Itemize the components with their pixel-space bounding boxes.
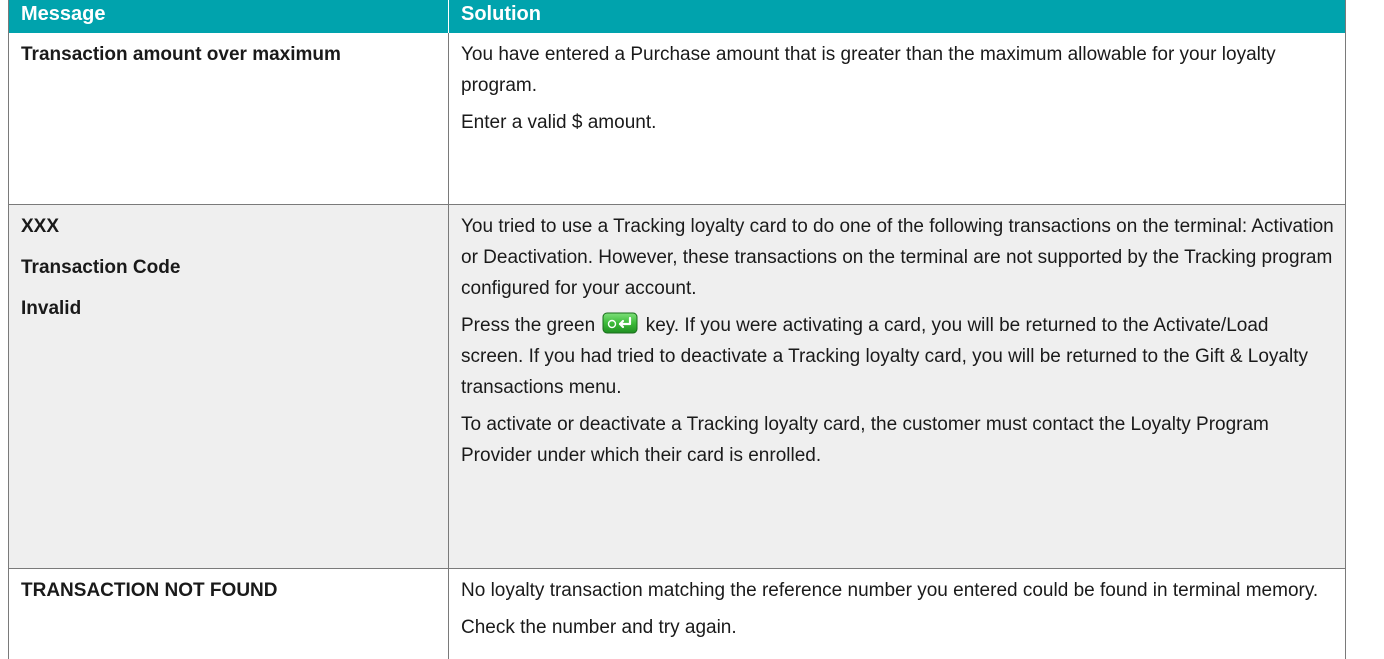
solution-paragraph: You have entered a Purchase amount that … xyxy=(461,44,1276,96)
message-text: Transaction amount over maximum xyxy=(21,44,341,65)
solution-cell: No loyalty transaction matching the refe… xyxy=(449,569,1345,659)
message-text: TRANSACTION NOT FOUND xyxy=(21,580,278,601)
column-header-message: Message xyxy=(9,0,449,33)
message-text: Transaction Code xyxy=(21,257,181,278)
solution-paragraph: No loyalty transaction matching the refe… xyxy=(461,580,1319,601)
table-row: Transaction amount over maximum You have… xyxy=(9,33,1345,205)
solution-paragraph: Enter a valid $ amount. xyxy=(461,112,657,133)
message-cell: XXX Transaction Code Invalid xyxy=(9,205,449,568)
table-row: TRANSACTION NOT FOUND No loyalty transac… xyxy=(9,569,1345,659)
table-header: Message Solution xyxy=(9,0,1345,33)
message-text: Invalid xyxy=(21,298,82,319)
message-cell: TRANSACTION NOT FOUND xyxy=(9,569,449,659)
column-header-solution: Solution xyxy=(461,3,541,25)
solution-paragraph: You tried to use a Tracking loyalty card… xyxy=(461,216,1334,299)
solution-paragraph-with-key: Press the green key. If you were activat… xyxy=(461,310,1335,403)
message-text: XXX xyxy=(21,216,60,237)
table-row: XXX Transaction Code Invalid You tried t… xyxy=(9,205,1345,569)
solution-paragraph: To activate or deactivate a Tracking loy… xyxy=(461,414,1269,466)
green-ok-enter-key-icon xyxy=(602,312,638,334)
solution-cell: You tried to use a Tracking loyalty card… xyxy=(449,205,1345,568)
message-solution-table: Message Solution Transaction amount over… xyxy=(8,0,1346,659)
solution-paragraph: Check the number and try again. xyxy=(461,617,737,638)
message-cell: Transaction amount over maximum xyxy=(9,33,449,204)
solution-cell: You have entered a Purchase amount that … xyxy=(449,33,1345,204)
solution-text-before-key: Press the green xyxy=(461,315,596,336)
